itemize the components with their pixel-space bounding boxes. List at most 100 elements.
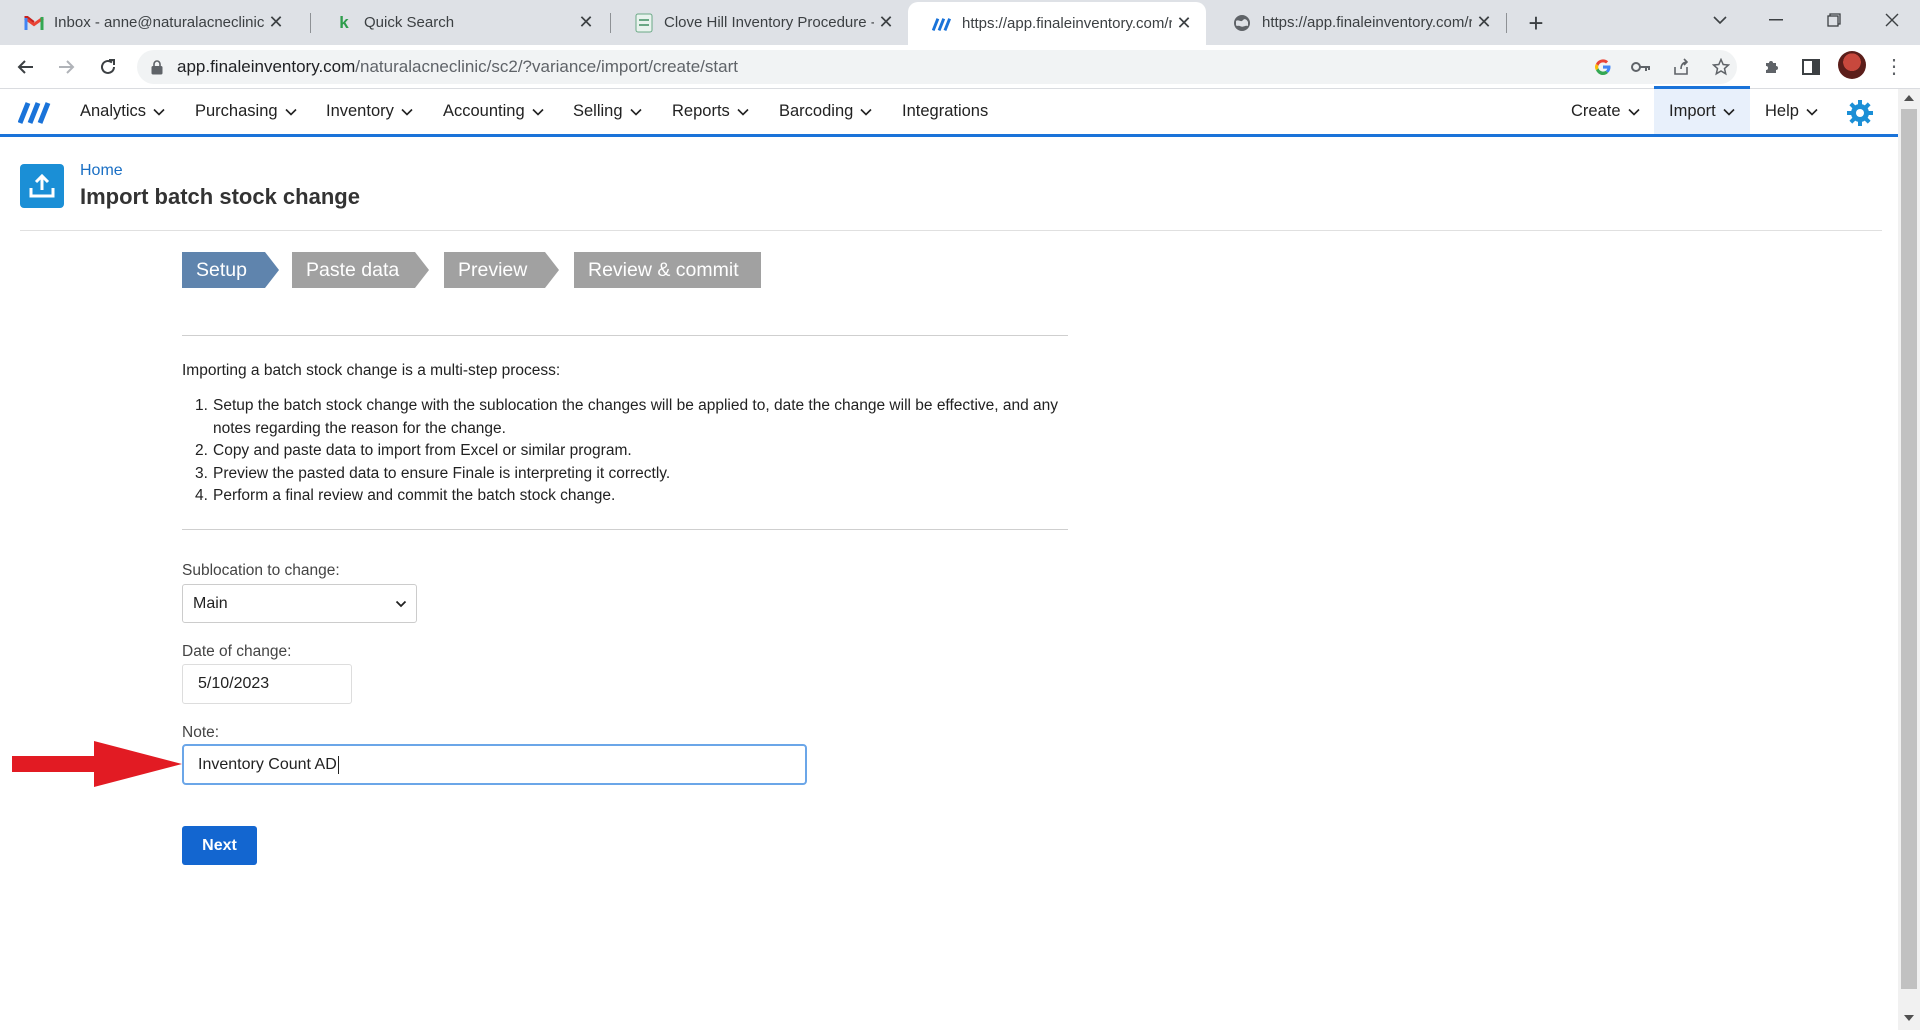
nav-accounting[interactable]: Accounting — [443, 89, 544, 134]
globe-icon — [1232, 13, 1252, 33]
tab-gmail-inbox[interactable]: Inbox - anne@naturalacneclinic.c ✕ — [0, 0, 298, 45]
list-item: 2. Copy and paste data to import from Exc… — [195, 440, 1075, 463]
scroll-up-arrow-icon[interactable] — [1904, 95, 1914, 101]
tab-clove-hill-procedure[interactable]: Clove Hill Inventory Procedure - ✕ — [610, 0, 908, 45]
gear-icon[interactable] — [1846, 99, 1874, 127]
tab-finale-active[interactable]: https://app.finaleinventory.com/r ✕ — [908, 2, 1206, 45]
step-label: Review & commit — [588, 259, 739, 281]
tab-search-chevron-icon[interactable] — [1692, 0, 1748, 40]
nav-purchasing[interactable]: Purchasing — [195, 89, 297, 134]
tab-title: Clove Hill Inventory Procedure - — [664, 14, 874, 31]
forward-arrow-icon[interactable] — [52, 53, 80, 81]
kebab-menu-icon[interactable]: ⋮ — [1880, 52, 1908, 80]
nav-label: Analytics — [80, 102, 147, 120]
nav-selling[interactable]: Selling — [573, 89, 642, 134]
minimize-icon[interactable] — [1748, 0, 1804, 40]
divider — [182, 335, 1068, 336]
nav-reports[interactable]: Reports — [672, 89, 749, 134]
chevron-down-icon — [532, 108, 544, 116]
step-label: Paste data — [306, 259, 400, 281]
url-path: /naturalacneclinic/sc2/?variance/import/… — [355, 57, 738, 76]
tab-finale-2[interactable]: https://app.finaleinventory.com/r ✕ — [1208, 0, 1506, 45]
address-bar[interactable]: app.finaleinventory.com/naturalacneclini… — [137, 50, 1737, 84]
upload-icon — [20, 164, 64, 208]
reload-icon[interactable] — [94, 53, 122, 81]
sublocation-value: Main — [193, 594, 228, 612]
google-icon[interactable] — [1589, 53, 1617, 81]
finale-logo-icon[interactable] — [18, 99, 52, 125]
tab-title: https://app.finaleinventory.com/r — [1262, 14, 1472, 31]
nav-barcoding[interactable]: Barcoding — [779, 89, 872, 134]
close-icon[interactable]: ✕ — [264, 11, 288, 35]
app-navbar: Analytics Purchasing Inventory Accountin… — [0, 86, 1898, 137]
scroll-down-arrow-icon[interactable] — [1904, 1015, 1914, 1021]
chevron-down-icon — [1723, 108, 1735, 116]
share-icon[interactable] — [1667, 53, 1695, 81]
side-panel-icon[interactable] — [1797, 53, 1825, 81]
text-caret — [337, 755, 339, 774]
nav-label: Import — [1669, 102, 1716, 120]
back-arrow-icon[interactable] — [12, 53, 40, 81]
close-icon[interactable]: ✕ — [874, 11, 898, 35]
url-host: app.finaleinventory.com — [177, 57, 356, 76]
list-number: 1. — [195, 397, 208, 414]
date-input[interactable]: 5/10/2023 — [182, 664, 352, 704]
step-setup[interactable]: Setup — [182, 252, 279, 288]
tab-title: https://app.finaleinventory.com/r — [962, 15, 1172, 32]
nav-label: Reports — [672, 102, 730, 120]
divider — [20, 230, 1882, 231]
new-tab-plus-icon[interactable]: + — [1520, 7, 1552, 39]
nav-label: Help — [1765, 102, 1799, 120]
red-arrow-icon — [12, 741, 182, 787]
breadcrumb-home[interactable]: Home — [80, 162, 123, 180]
note-input[interactable]: Inventory Count AD — [182, 744, 807, 785]
nav-create[interactable]: Create — [1571, 89, 1640, 134]
next-button[interactable]: Next — [182, 826, 257, 865]
restore-icon[interactable] — [1806, 0, 1862, 40]
key-icon[interactable] — [1627, 53, 1655, 81]
sublocation-label: Sublocation to change: — [182, 562, 340, 579]
chevron-down-icon — [153, 108, 165, 116]
date-label: Date of change: — [182, 643, 292, 660]
star-bookmark-icon[interactable] — [1707, 53, 1735, 81]
step-paste-data[interactable]: Paste data — [292, 252, 429, 288]
chevron-down-icon — [1627, 108, 1640, 116]
nav-integrations[interactable]: Integrations — [902, 89, 988, 134]
list-item: 4. Perform a final review and commit the … — [195, 485, 1075, 508]
nav-inventory[interactable]: Inventory — [326, 89, 413, 134]
nav-label: Create — [1571, 102, 1621, 120]
step-arrow — [265, 252, 279, 288]
intro-text: Importing a batch stock change is a mult… — [182, 362, 561, 379]
tab-quick-search[interactable]: k Quick Search ✕ — [310, 0, 608, 45]
page-scrollbar[interactable] — [1898, 89, 1920, 1030]
nav-label: Accounting — [443, 102, 525, 120]
list-item: 3. Preview the pasted data to ensure Fina… — [195, 463, 1075, 486]
window-close-icon[interactable] — [1864, 0, 1920, 40]
chevron-down-icon — [860, 108, 872, 116]
page-title: Import batch stock change — [80, 184, 360, 209]
close-icon[interactable]: ✕ — [1172, 12, 1196, 36]
chevron-down-icon — [395, 600, 407, 608]
profile-avatar[interactable] — [1838, 51, 1866, 79]
nav-analytics[interactable]: Analytics — [80, 89, 165, 134]
close-icon[interactable]: ✕ — [1472, 11, 1496, 35]
finale-logo-icon — [932, 14, 952, 34]
chevron-down-icon — [629, 108, 642, 116]
extensions-puzzle-icon[interactable] — [1758, 53, 1786, 81]
step-preview[interactable]: Preview — [444, 252, 559, 288]
nav-help[interactable]: Help — [1765, 89, 1818, 134]
sublocation-select[interactable]: Main — [182, 584, 417, 623]
nav-label: Inventory — [326, 102, 394, 120]
nav-label: Selling — [573, 102, 623, 120]
chevron-down-icon — [737, 108, 749, 116]
close-icon[interactable]: ✕ — [574, 11, 598, 35]
step-label: Preview — [458, 259, 528, 281]
step-review-commit[interactable]: Review & commit — [574, 252, 761, 288]
scroll-thumb[interactable] — [1901, 109, 1917, 989]
browser-tab-bar: Inbox - anne@naturalacneclinic.c ✕ k Qui… — [0, 0, 1920, 45]
nav-label: Integrations — [902, 102, 989, 120]
step-arrow — [545, 252, 559, 288]
divider — [182, 529, 1068, 530]
nav-import[interactable]: Import — [1654, 86, 1750, 134]
k-logo-icon: k — [339, 12, 349, 32]
